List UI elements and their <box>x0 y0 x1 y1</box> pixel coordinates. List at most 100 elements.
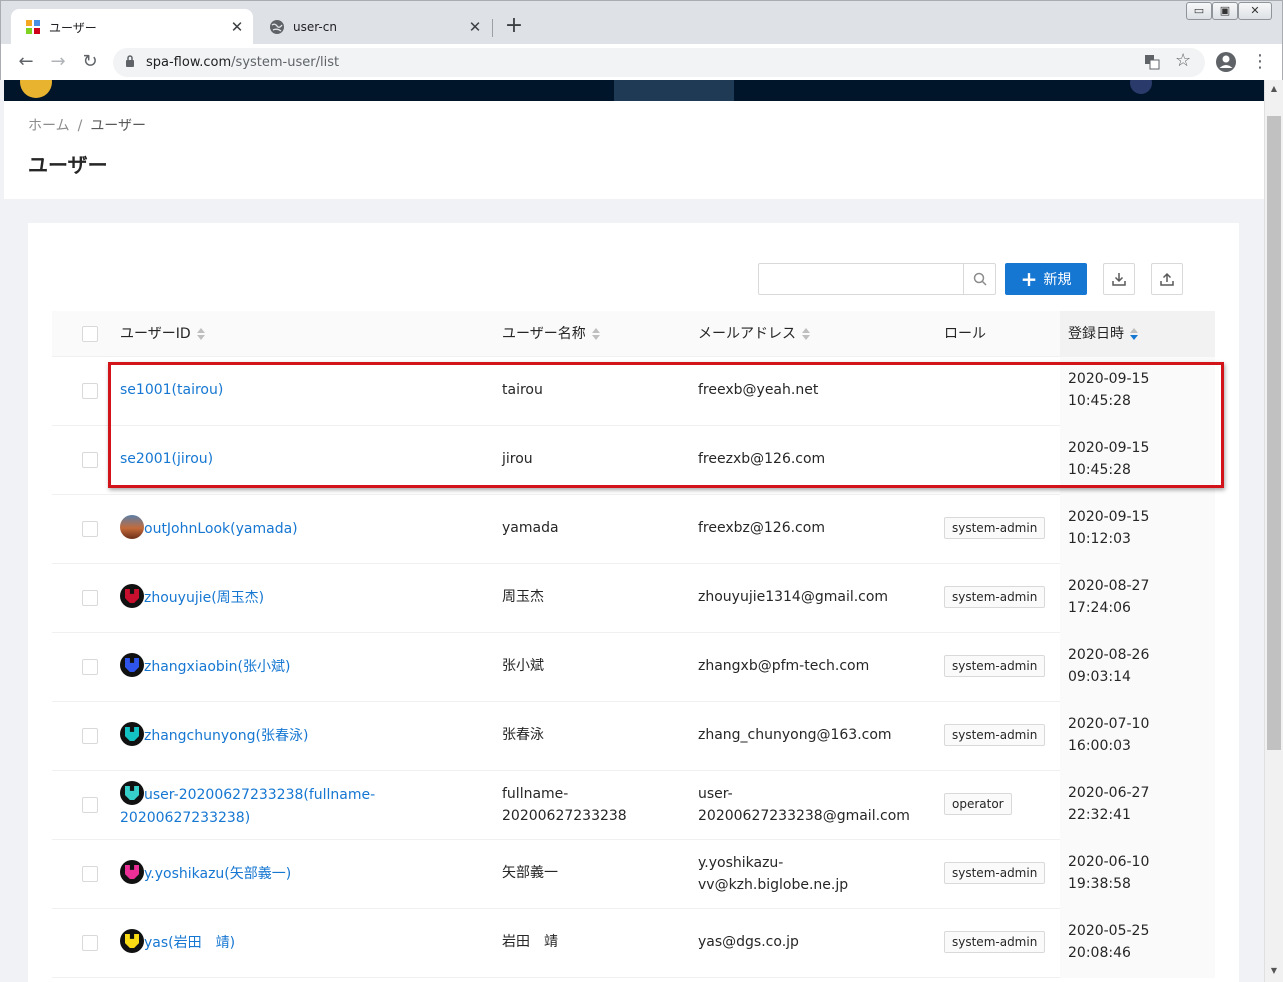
role-tag: system-admin <box>944 655 1046 677</box>
row-checkbox[interactable] <box>82 935 98 951</box>
column-header-role: ロール <box>944 326 986 342</box>
browser-tabstrip: ユーザー ✕ user-cn ✕ + ▭ ▣ ✕ <box>0 0 1283 45</box>
more-menu-icon[interactable]: ⋮ <box>1249 51 1271 73</box>
forward-icon[interactable]: → <box>47 51 69 73</box>
user-id-cell: outJohnLook(yamada) <box>120 515 420 541</box>
role-tag: system-admin <box>944 586 1046 608</box>
row-checkbox[interactable] <box>82 590 98 606</box>
page-title: ユーザー <box>28 153 108 177</box>
page-scrollbar[interactable]: ▲ ▼ <box>1264 80 1283 982</box>
table-row[interactable]: user-20200627233238(fullname- 20200627233… <box>52 771 1215 840</box>
role-cell: operator <box>944 793 1012 815</box>
sort-icon <box>802 327 810 341</box>
role-tag: system-admin <box>944 862 1046 884</box>
reload-icon[interactable]: ↻ <box>79 51 101 73</box>
user-name-cell: tairou <box>502 382 543 398</box>
column-header-registered[interactable]: 登録日時 <box>1060 311 1215 357</box>
column-header-user-name[interactable]: ユーザー名称 <box>502 311 600 357</box>
search-input[interactable] <box>758 263 996 295</box>
user-id-link-cont[interactable]: 20200627233238) <box>120 810 250 826</box>
user-id-link[interactable]: zhangchunyong(张春泳) <box>144 728 308 744</box>
new-user-button[interactable]: + 新規 <box>1005 263 1087 295</box>
table-row[interactable]: se2001(jirou) jirou freezxb@126.com 2020-09… <box>52 426 1215 495</box>
nav-item-active[interactable] <box>614 80 734 101</box>
registered-date-cell: 2020-08-26 09:03:14 <box>1060 633 1215 702</box>
bookmark-star-icon[interactable]: ☆ <box>1175 50 1191 71</box>
role-tag: system-admin <box>944 931 1046 953</box>
email-cell: y.yoshikazu-vv@kzh.biglobe.ne.jp <box>698 855 849 893</box>
download-button[interactable] <box>1103 263 1135 295</box>
registered-date-cell: 2020-09-15 10:45:28 <box>1060 426 1215 495</box>
browser-toolbar: ← → ↻ spa-flow.com/system-user/list ☆ ⋮ <box>0 44 1283 80</box>
table-row[interactable]: yas(岩田 靖) 岩田 靖 yas@dgs.co.jp system-admin 20… <box>52 909 1215 978</box>
back-icon[interactable]: ← <box>15 51 37 73</box>
user-name-cell: 周玉杰 <box>502 589 544 605</box>
column-header-user-id[interactable]: ユーザーID <box>120 311 205 357</box>
profile-icon[interactable] <box>1215 51 1237 73</box>
upload-icon <box>1160 272 1174 286</box>
upload-button[interactable] <box>1151 263 1183 295</box>
tab-close-icon[interactable]: ✕ <box>465 18 485 36</box>
user-id-link[interactable]: user-20200627233238(fullname- <box>144 787 375 803</box>
role-cell: system-admin <box>944 931 1046 953</box>
role-cell: system-admin <box>944 724 1046 746</box>
scroll-down-icon[interactable]: ▼ <box>1268 966 1280 975</box>
scrollbar-thumb[interactable] <box>1267 116 1281 750</box>
page-header: ホーム / ユーザー ユーザー <box>4 101 1264 199</box>
registered-date-cell: 2020-07-10 16:00:03 <box>1060 702 1215 771</box>
user-id-cell: zhangxiaobin(张小斌) <box>120 653 420 679</box>
table-row[interactable]: zhangchunyong(张春泳) 张春泳 zhang_chunyong@163.… <box>52 702 1215 771</box>
user-avatar[interactable] <box>1130 80 1152 94</box>
user-id-link[interactable]: se2001(jirou) <box>120 451 213 467</box>
table-row[interactable]: zhouyujie(周玉杰) 周玉杰 zhouyujie1314@gmail.com… <box>52 564 1215 633</box>
user-name-cell: fullname- 20200627233238 <box>502 786 627 824</box>
close-window-button[interactable]: ✕ <box>1238 2 1272 20</box>
table-row[interactable]: se1001(tairou) tairou freexb@yeah.net 2020-… <box>52 357 1215 426</box>
app-logo[interactable] <box>20 80 52 98</box>
row-checkbox[interactable] <box>82 659 98 675</box>
role-tag: system-admin <box>944 724 1046 746</box>
role-tag: system-admin <box>944 517 1046 539</box>
row-checkbox[interactable] <box>82 452 98 468</box>
sort-desc-icon <box>1130 327 1138 341</box>
browser-tab-active[interactable]: ユーザー ✕ <box>11 9 253 45</box>
user-id-cell: user-20200627233238(fullname- 20200627233… <box>120 781 420 829</box>
sort-icon <box>196 327 205 341</box>
maximize-button[interactable]: ▣ <box>1212 2 1238 20</box>
user-id-link[interactable]: y.yoshikazu(矢部義一) <box>144 866 291 882</box>
column-header-email[interactable]: メールアドレス <box>698 311 810 357</box>
row-checkbox[interactable] <box>82 797 98 813</box>
tab-close-icon[interactable]: ✕ <box>227 18 247 36</box>
scroll-up-icon[interactable]: ▲ <box>1268 84 1280 93</box>
user-id-link[interactable]: outJohnLook(yamada) <box>144 521 298 537</box>
row-checkbox[interactable] <box>82 521 98 537</box>
translate-icon[interactable] <box>1144 54 1160 70</box>
user-id-cell: se1001(tairou) <box>120 379 420 401</box>
user-id-link[interactable]: zhangxiaobin(张小斌) <box>144 659 290 675</box>
select-all-checkbox[interactable] <box>82 326 98 342</box>
role-cell: system-admin <box>944 517 1046 539</box>
registered-date-cell: 2020-06-27 22:32:41 <box>1060 771 1215 840</box>
browser-tab-inactive[interactable]: user-cn ✕ <box>255 9 491 45</box>
address-bar[interactable]: spa-flow.com/system-user/list ☆ <box>113 48 1205 77</box>
minimize-button[interactable]: ▭ <box>1186 2 1212 20</box>
row-checkbox[interactable] <box>82 866 98 882</box>
role-cell: system-admin <box>944 655 1046 677</box>
breadcrumb-home[interactable]: ホーム <box>28 118 70 134</box>
user-table: ユーザーID ユーザー名称 メールアドレス ロール 登録日時 se1001(ta… <box>52 311 1215 978</box>
table-row[interactable]: outJohnLook(yamada) yamada freexbz@126.com… <box>52 495 1215 564</box>
table-row[interactable]: y.yoshikazu(矢部義一) 矢部義一 y.yoshikazu-vv@kzh.… <box>52 840 1215 909</box>
user-id-link[interactable]: yas(岩田 靖) <box>144 935 235 951</box>
table-row[interactable]: zhangxiaobin(张小斌) 张小斌 zhangxb@pfm-tech.com… <box>52 633 1215 702</box>
user-id-link[interactable]: zhouyujie(周玉杰) <box>144 590 264 606</box>
row-checkbox[interactable] <box>82 728 98 744</box>
user-id-link[interactable]: se1001(tairou) <box>120 382 223 398</box>
breadcrumb-separator: / <box>77 118 83 134</box>
new-tab-button[interactable]: + <box>501 14 527 40</box>
row-checkbox[interactable] <box>82 383 98 399</box>
registered-date-cell: 2020-09-15 10:45:28 <box>1060 357 1215 426</box>
user-id-cell: zhouyujie(周玉杰) <box>120 584 420 610</box>
search-button[interactable] <box>963 264 995 294</box>
tab-title: user-cn <box>293 20 337 34</box>
user-id-cell: se2001(jirou) <box>120 448 420 470</box>
